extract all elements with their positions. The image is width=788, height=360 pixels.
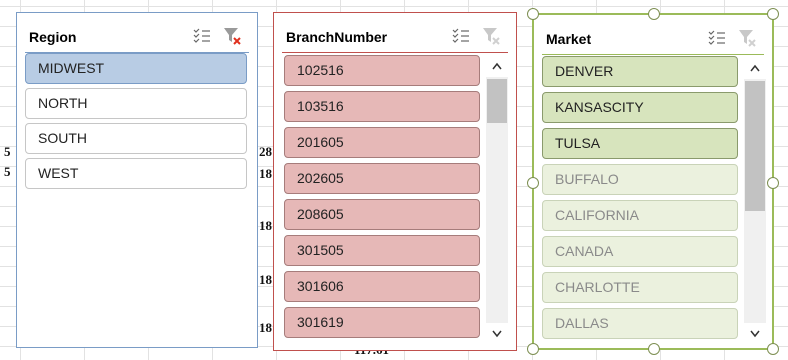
scroll-thumb[interactable] <box>745 81 765 211</box>
region-item[interactable]: NORTH <box>25 88 247 119</box>
branchnumber-item[interactable]: 208605 <box>284 199 480 230</box>
cell-value: 18 <box>259 166 272 181</box>
cell-value: 28 <box>259 144 272 159</box>
market-item[interactable]: TULSA <box>542 128 738 159</box>
market-scrollbar[interactable] <box>744 57 766 345</box>
multi-select-icon[interactable] <box>191 25 213 47</box>
branch-scrollbar[interactable] <box>486 55 508 345</box>
clear-filter-icon[interactable] <box>221 25 243 47</box>
scroll-thumb[interactable] <box>487 79 507 123</box>
branchnumber-slicer-header: BranchNumber <box>282 21 508 53</box>
resize-handle[interactable] <box>527 343 539 355</box>
cell-value: 5 <box>4 144 11 159</box>
market-slicer-header: Market <box>542 23 764 55</box>
resize-handle[interactable] <box>648 8 660 20</box>
region-item[interactable]: MIDWEST <box>25 53 247 84</box>
resize-handle[interactable] <box>767 343 779 355</box>
region-item[interactable]: WEST <box>25 158 247 189</box>
scroll-up-icon[interactable] <box>744 57 766 79</box>
scroll-up-icon[interactable] <box>486 55 508 77</box>
region-slicer-title: Region <box>29 29 77 45</box>
multi-select-icon[interactable] <box>450 25 472 47</box>
market-item[interactable]: CALIFORNIA <box>542 200 738 231</box>
resize-handle[interactable] <box>527 8 539 20</box>
cell-value: 18 <box>259 218 272 233</box>
branchnumber-item[interactable]: 301606 <box>284 271 480 302</box>
resize-handle[interactable] <box>527 177 539 189</box>
clear-filter-icon[interactable] <box>480 25 502 47</box>
resize-handle[interactable] <box>648 343 660 355</box>
branchnumber-item[interactable]: 301619 <box>284 307 480 338</box>
market-slicer-title: Market <box>546 31 592 47</box>
scroll-down-icon[interactable] <box>744 323 766 345</box>
resize-handle[interactable] <box>767 8 779 20</box>
region-slicer[interactable]: Region MIDWEST NORTH SOUTH WEST <box>16 12 258 348</box>
branchnumber-item[interactable]: 102516 <box>284 55 480 86</box>
cell-value: 18 <box>259 320 272 335</box>
market-slicer[interactable]: Market DENVER KANSASCITY TULSA BUFFALO CALIF… <box>527 8 779 355</box>
branchnumber-item[interactable]: 301505 <box>284 235 480 266</box>
cell-value: 5 <box>4 164 11 179</box>
branchnumber-item[interactable]: 201605 <box>284 127 480 158</box>
branchnumber-item[interactable]: 103516 <box>284 91 480 122</box>
resize-handle[interactable] <box>767 177 779 189</box>
scroll-down-icon[interactable] <box>486 323 508 345</box>
clear-filter-icon[interactable] <box>736 27 758 49</box>
branchnumber-slicer[interactable]: BranchNumber 102516 103516 201605 202605 208… <box>273 12 517 351</box>
branchnumber-slicer-title: BranchNumber <box>286 29 388 45</box>
market-item[interactable]: DALLAS <box>542 308 738 339</box>
market-item[interactable]: KANSASCITY <box>542 92 738 123</box>
market-item[interactable]: BUFFALO <box>542 164 738 195</box>
cell-value: 18 <box>259 272 272 287</box>
market-item[interactable]: DENVER <box>542 56 738 87</box>
multi-select-icon[interactable] <box>706 27 728 49</box>
market-item[interactable]: CANADA <box>542 236 738 267</box>
region-item[interactable]: SOUTH <box>25 123 247 154</box>
region-slicer-header: Region <box>25 21 249 53</box>
branchnumber-item[interactable]: 202605 <box>284 163 480 194</box>
market-item[interactable]: CHARLOTTE <box>542 272 738 303</box>
